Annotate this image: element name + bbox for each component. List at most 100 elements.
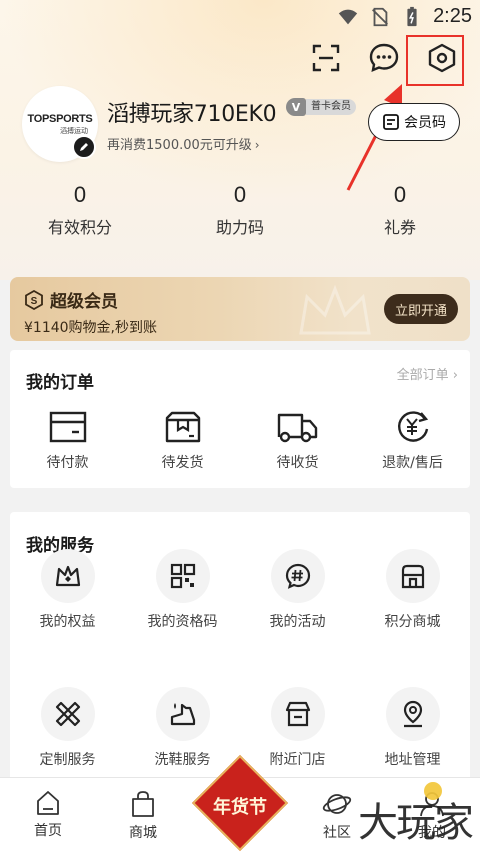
service-my-activities[interactable]: 我的活动 [240, 549, 355, 631]
order-refund-aftersale[interactable]: 退款/售后 [355, 410, 470, 472]
service-icon-bg [385, 687, 440, 741]
stat-value: 0 [233, 182, 247, 207]
nav-mall[interactable]: 商城 [108, 790, 178, 842]
refund-icon [397, 411, 428, 442]
member-card-icon [383, 114, 399, 130]
chat-bubble-icon [369, 43, 399, 72]
wifi-icon [338, 9, 358, 24]
upgrade-hint-link[interactable]: 再消费1500.00元可升级 › [107, 134, 260, 153]
truck-icon [277, 413, 317, 443]
service-qualification-code[interactable]: 我的资格码 [125, 549, 240, 631]
username: 滔搏玩家710EK0 [107, 102, 277, 127]
super-member-title-row: S 超级会员 [24, 287, 118, 312]
service-points-mall[interactable]: 积分商城 [355, 549, 470, 631]
orders-card: 我的订单 全部订单 › 待付款 待发货 待收货 退款/售后 [10, 350, 470, 488]
stat-label: 礼券 [383, 218, 416, 237]
festival-label: 年货节 [213, 797, 267, 818]
super-member-subtitle: ¥1140购物金,秒到账 [24, 320, 157, 336]
super-member-title: 超级会员 [50, 292, 118, 312]
member-code-button[interactable]: 会员码 [368, 103, 460, 141]
avatar-brand-subtitle: 滔搏运动 [60, 126, 88, 135]
order-pending-receipt[interactable]: 待收货 [240, 410, 355, 472]
service-label: 我的权益 [39, 614, 96, 630]
service-label: 地址管理 [384, 752, 441, 768]
shop-icon [285, 701, 310, 727]
settings-highlight-box [406, 35, 464, 86]
service-label: 积分商城 [384, 614, 441, 630]
stats-row: 0 有效积分 0 助力码 0 礼券 [0, 182, 480, 238]
messages-button[interactable] [366, 40, 402, 76]
super-member-banner[interactable]: S 超级会员 ¥1140购物金,秒到账 立即开通 [10, 277, 470, 341]
service-icon-bg [270, 687, 325, 741]
planet-icon [322, 794, 352, 814]
stat-coupons[interactable]: 0 礼券 [320, 182, 480, 238]
stat-value: 0 [393, 182, 407, 207]
service-icon-bg [155, 687, 210, 741]
service-icon-bg [40, 549, 95, 603]
super-s-badge-icon: S [25, 289, 43, 310]
member-code-label: 会员码 [404, 115, 446, 131]
order-pending-shipment[interactable]: 待发货 [125, 410, 240, 472]
stat-points[interactable]: 0 有效积分 [0, 182, 160, 238]
no-sim-icon [372, 7, 389, 26]
service-label: 我的活动 [269, 614, 326, 630]
crown-icon [55, 565, 80, 587]
crown-watermark-icon [299, 284, 371, 335]
store-icon [401, 564, 424, 589]
wallet-icon [49, 411, 86, 443]
services-grid-row-1: 我的权益 我的资格码 我的活动 积分商城 [10, 549, 470, 631]
stat-label: 有效积分 [47, 218, 112, 237]
member-level-badge[interactable]: V 普卡会员 [286, 98, 356, 116]
orders-grid: 待付款 待发货 待收货 退款/售后 [10, 410, 470, 472]
scan-icon [312, 44, 340, 72]
status-bar: 2:25 [0, 0, 480, 34]
order-label: 待付款 [46, 455, 89, 471]
chevron-right-icon: › [254, 138, 260, 152]
nav-label: 首页 [34, 823, 62, 839]
member-level-label: 普卡会员 [306, 99, 356, 115]
stat-label: 助力码 [215, 218, 264, 237]
service-my-benefits[interactable]: 我的权益 [10, 549, 125, 631]
watermark-text: 大玩家 [358, 800, 474, 846]
stat-boost-code[interactable]: 0 助力码 [160, 182, 320, 238]
service-nearby-stores[interactable]: 附近门店 [240, 687, 355, 769]
service-icon-bg [385, 549, 440, 603]
service-address-management[interactable]: 地址管理 [355, 687, 470, 769]
package-icon [165, 411, 200, 443]
service-shoe-cleaning[interactable]: 洗鞋服务 [125, 687, 240, 769]
order-label: 待收货 [276, 455, 319, 471]
vip-badge-icon: V [286, 98, 306, 116]
customize-icon [55, 701, 80, 727]
battery-icon [407, 6, 417, 26]
upgrade-hint-text: 再消费1500.00元可升级 [107, 138, 252, 153]
clock: 2:25 [433, 5, 472, 27]
nav-label: 社区 [323, 825, 351, 841]
shoe-clean-icon [170, 703, 195, 726]
order-pending-payment[interactable]: 待付款 [10, 410, 125, 472]
orders-title: 我的订单 [26, 373, 94, 393]
smiley-icon [424, 782, 442, 800]
nav-festival-button[interactable]: 年货节 [191, 754, 289, 853]
watermark-logo: 大玩家 [358, 782, 474, 848]
scan-button[interactable] [308, 40, 344, 76]
nav-label: 商城 [129, 825, 157, 841]
home-icon [37, 791, 59, 815]
pencil-icon [80, 143, 88, 151]
hashtag-icon [285, 563, 310, 589]
service-label: 我的资格码 [147, 614, 218, 630]
location-icon [403, 700, 422, 728]
edit-avatar-button[interactable] [72, 135, 96, 159]
order-label: 待发货 [161, 455, 204, 471]
order-label: 退款/售后 [382, 455, 443, 471]
nav-home[interactable]: 首页 [13, 790, 83, 840]
service-icon-bg [270, 549, 325, 603]
all-orders-link[interactable]: 全部订单 › [397, 364, 458, 383]
stat-value: 0 [73, 182, 87, 207]
service-icon-bg [155, 549, 210, 603]
open-super-member-button[interactable]: 立即开通 [384, 294, 458, 324]
qr-code-icon [170, 563, 195, 589]
shopping-bag-icon [132, 791, 154, 817]
service-label: 定制服务 [39, 752, 96, 768]
service-customization[interactable]: 定制服务 [10, 687, 125, 769]
svg-text:S: S [31, 296, 38, 307]
